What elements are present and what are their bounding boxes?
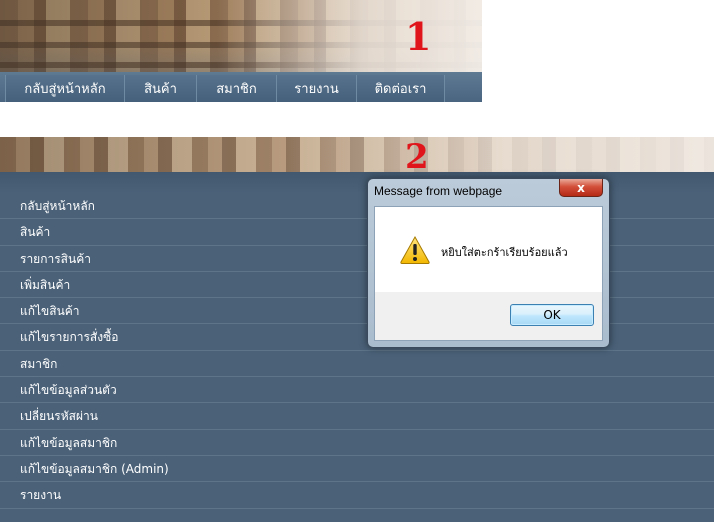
menu-item-change-password[interactable]: เปลี่ยนรหัสผ่าน [0,403,714,430]
nav-item-members[interactable]: สมาชิก [197,75,277,102]
close-icon: x [577,180,585,195]
menu-item-members[interactable]: สมาชิก [0,351,714,378]
message-dialog: Message from webpage x หยิบใส่ตะกร้าเรีย… [367,178,610,348]
nav-item-contact[interactable]: ติดต่อเรา [357,75,445,102]
nav-item-reports[interactable]: รายงาน [277,75,357,102]
menu-item-edit-member-admin[interactable]: แก้ไขข้อมูลสมาชิก (Admin) [0,456,714,483]
nav-item-home[interactable]: กลับสู่หน้าหลัก [5,75,125,102]
dialog-body: หยิบใส่ตะกร้าเรียบร้อยแล้ว OK [374,206,603,341]
warning-icon [400,235,430,264]
dialog-message-area: หยิบใส่ตะกร้าเรียบร้อยแล้ว [375,207,602,292]
dialog-message: หยิบใส่ตะกร้าเรียบร้อยแล้ว [441,246,568,259]
dialog-title: Message from webpage [374,184,503,198]
header-banner-2 [0,137,714,172]
menu-item-edit-member[interactable]: แก้ไขข้อมูลสมาชิก [0,430,714,456]
close-button[interactable]: x [559,179,603,197]
ok-button[interactable]: OK [510,304,594,326]
dialog-titlebar[interactable]: Message from webpage x [368,179,609,203]
top-nav-bar: กลับสู่หน้าหลัก สินค้า สมาชิก รายงาน ติด… [0,72,482,102]
menu-item-edit-profile[interactable]: แก้ไขข้อมูลส่วนตัว [0,377,714,404]
panel-number-1: 1 [405,14,432,59]
menu-item-reports[interactable]: รายงาน [0,482,714,509]
nav-item-products[interactable]: สินค้า [125,75,197,102]
panel-number-2: 2 [405,137,429,177]
dialog-button-area: OK [375,292,602,340]
